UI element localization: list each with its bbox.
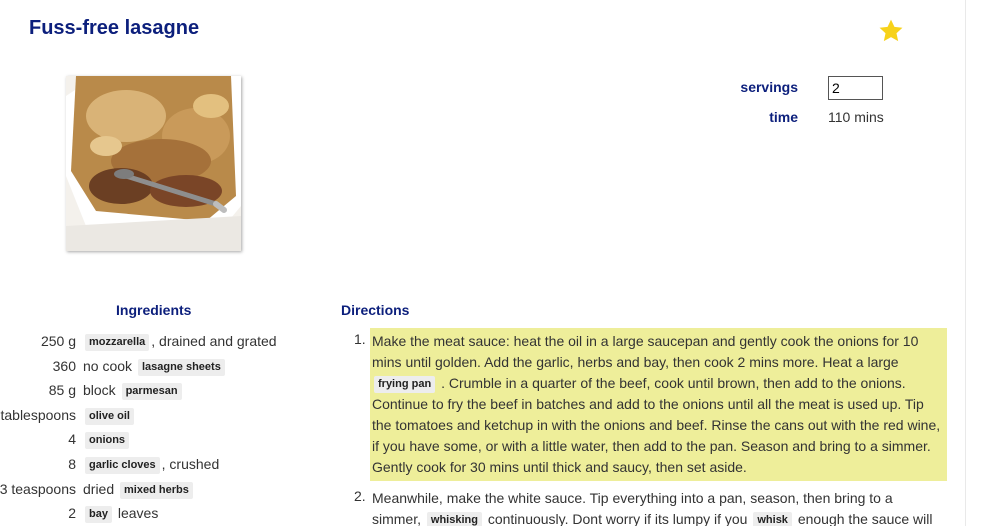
- ingredient-text: no cook lasagne sheets: [83, 358, 227, 376]
- ingredient-note: , drained and grated: [151, 333, 277, 349]
- step-text-part: . Crumble in a quarter of the beef, cook…: [372, 375, 941, 475]
- ingredients-list: 250 g mozzarella, drained and grated 360 no…: [0, 330, 330, 526]
- ingredient-text: garlic cloves, crushed: [83, 456, 219, 474]
- ingredient-quantity: 360: [52, 357, 76, 374]
- directions-list: 1. Make the meat sauce: heat the oil in a…: [354, 328, 947, 526]
- ingredient-tag[interactable]: olive oil: [85, 407, 134, 425]
- time-value: 110 mins: [828, 109, 884, 125]
- step-text[interactable]: Make the meat sauce: heat the oil in a l…: [370, 328, 947, 481]
- direction-step: 1. Make the meat sauce: heat the oil in a…: [354, 328, 947, 481]
- step-text-part: enough the sauce will: [797, 511, 933, 526]
- ingredient-row: 4 onions: [0, 428, 330, 453]
- ingredient-tag[interactable]: parmesan: [121, 383, 182, 401]
- ingredient-text: dried mixed herbs: [83, 481, 195, 499]
- ingredient-note: dried: [83, 480, 115, 497]
- ingredient-tag[interactable]: onions: [85, 432, 130, 450]
- ingredient-quantity: 250 g: [40, 333, 76, 349]
- ingredient-quantity: 3 teaspoons: [0, 480, 76, 497]
- ingredient-note: , crushed: [161, 455, 220, 472]
- ingredient-quantity: 3 tablespoons: [0, 406, 76, 423]
- step-text-part: Make the meat sauce: heat the oil in a l…: [372, 333, 919, 370]
- direction-step: 2. Meanwhile, make the white sauce. Tip e…: [354, 485, 947, 526]
- ingredient-text: bay leaves: [83, 505, 159, 524]
- ingredient-text: mozzarella, drained and grated: [83, 333, 277, 351]
- ingredient-row: 360 no cook lasagne sheets: [0, 355, 330, 380]
- ingredient-note: leaves: [117, 505, 159, 522]
- directions-heading: Directions: [341, 302, 410, 318]
- recipe-photo: [66, 76, 241, 251]
- ingredient-note: no cook: [83, 357, 133, 374]
- ingredient-row: 3 teaspoons dried mixed herbs: [0, 478, 330, 503]
- ingredient-tag[interactable]: mozzarella: [85, 334, 150, 351]
- recipe-title: Fuss-free lasagne: [29, 17, 200, 39]
- ingredient-text: block parmesan: [83, 382, 184, 401]
- servings-label: servings: [740, 79, 798, 95]
- scrollbar[interactable]: [965, 0, 987, 526]
- step-term-tag[interactable]: frying pan: [374, 376, 436, 393]
- ingredient-tag[interactable]: garlic cloves: [85, 456, 160, 474]
- ingredient-tag[interactable]: mixed herbs: [120, 481, 193, 499]
- ingredient-row: 3 tablespoons olive oil: [0, 404, 330, 429]
- time-label: time: [769, 109, 798, 125]
- ingredient-quantity: 2: [68, 505, 76, 522]
- ingredient-row: 250 g mozzarella, drained and grated: [0, 330, 330, 355]
- step-term-tag[interactable]: whisk: [753, 512, 792, 526]
- recipe-page: Fuss-free lasagne servings time 110 mins…: [0, 0, 965, 526]
- ingredient-note: block: [83, 382, 116, 399]
- step-term-tag[interactable]: whisking: [426, 512, 482, 526]
- ingredient-row: 8 garlic cloves, crushed: [0, 453, 330, 478]
- step-text[interactable]: Meanwhile, make the white sauce. Tip eve…: [370, 485, 947, 526]
- servings-input[interactable]: [828, 76, 883, 100]
- ingredient-quantity: 8: [68, 455, 76, 472]
- step-number: 1.: [354, 331, 366, 347]
- ingredient-quantity: 4: [68, 431, 76, 448]
- star-icon[interactable]: [877, 17, 905, 45]
- ingredients-heading: Ingredients: [116, 302, 192, 318]
- ingredient-tag[interactable]: lasagne sheets: [137, 358, 225, 376]
- ingredient-row: 85 g block parmesan: [0, 379, 330, 404]
- ingredient-quantity: 85 g: [48, 382, 76, 399]
- ingredient-text: olive oil: [83, 407, 136, 425]
- step-text-part: continuously. Dont worry if its lumpy if…: [487, 511, 748, 526]
- step-number: 2.: [354, 488, 366, 504]
- ingredient-tag[interactable]: bay: [85, 506, 112, 524]
- ingredient-text: onions: [83, 431, 131, 450]
- ingredient-row: 2 bay leaves: [0, 502, 330, 526]
